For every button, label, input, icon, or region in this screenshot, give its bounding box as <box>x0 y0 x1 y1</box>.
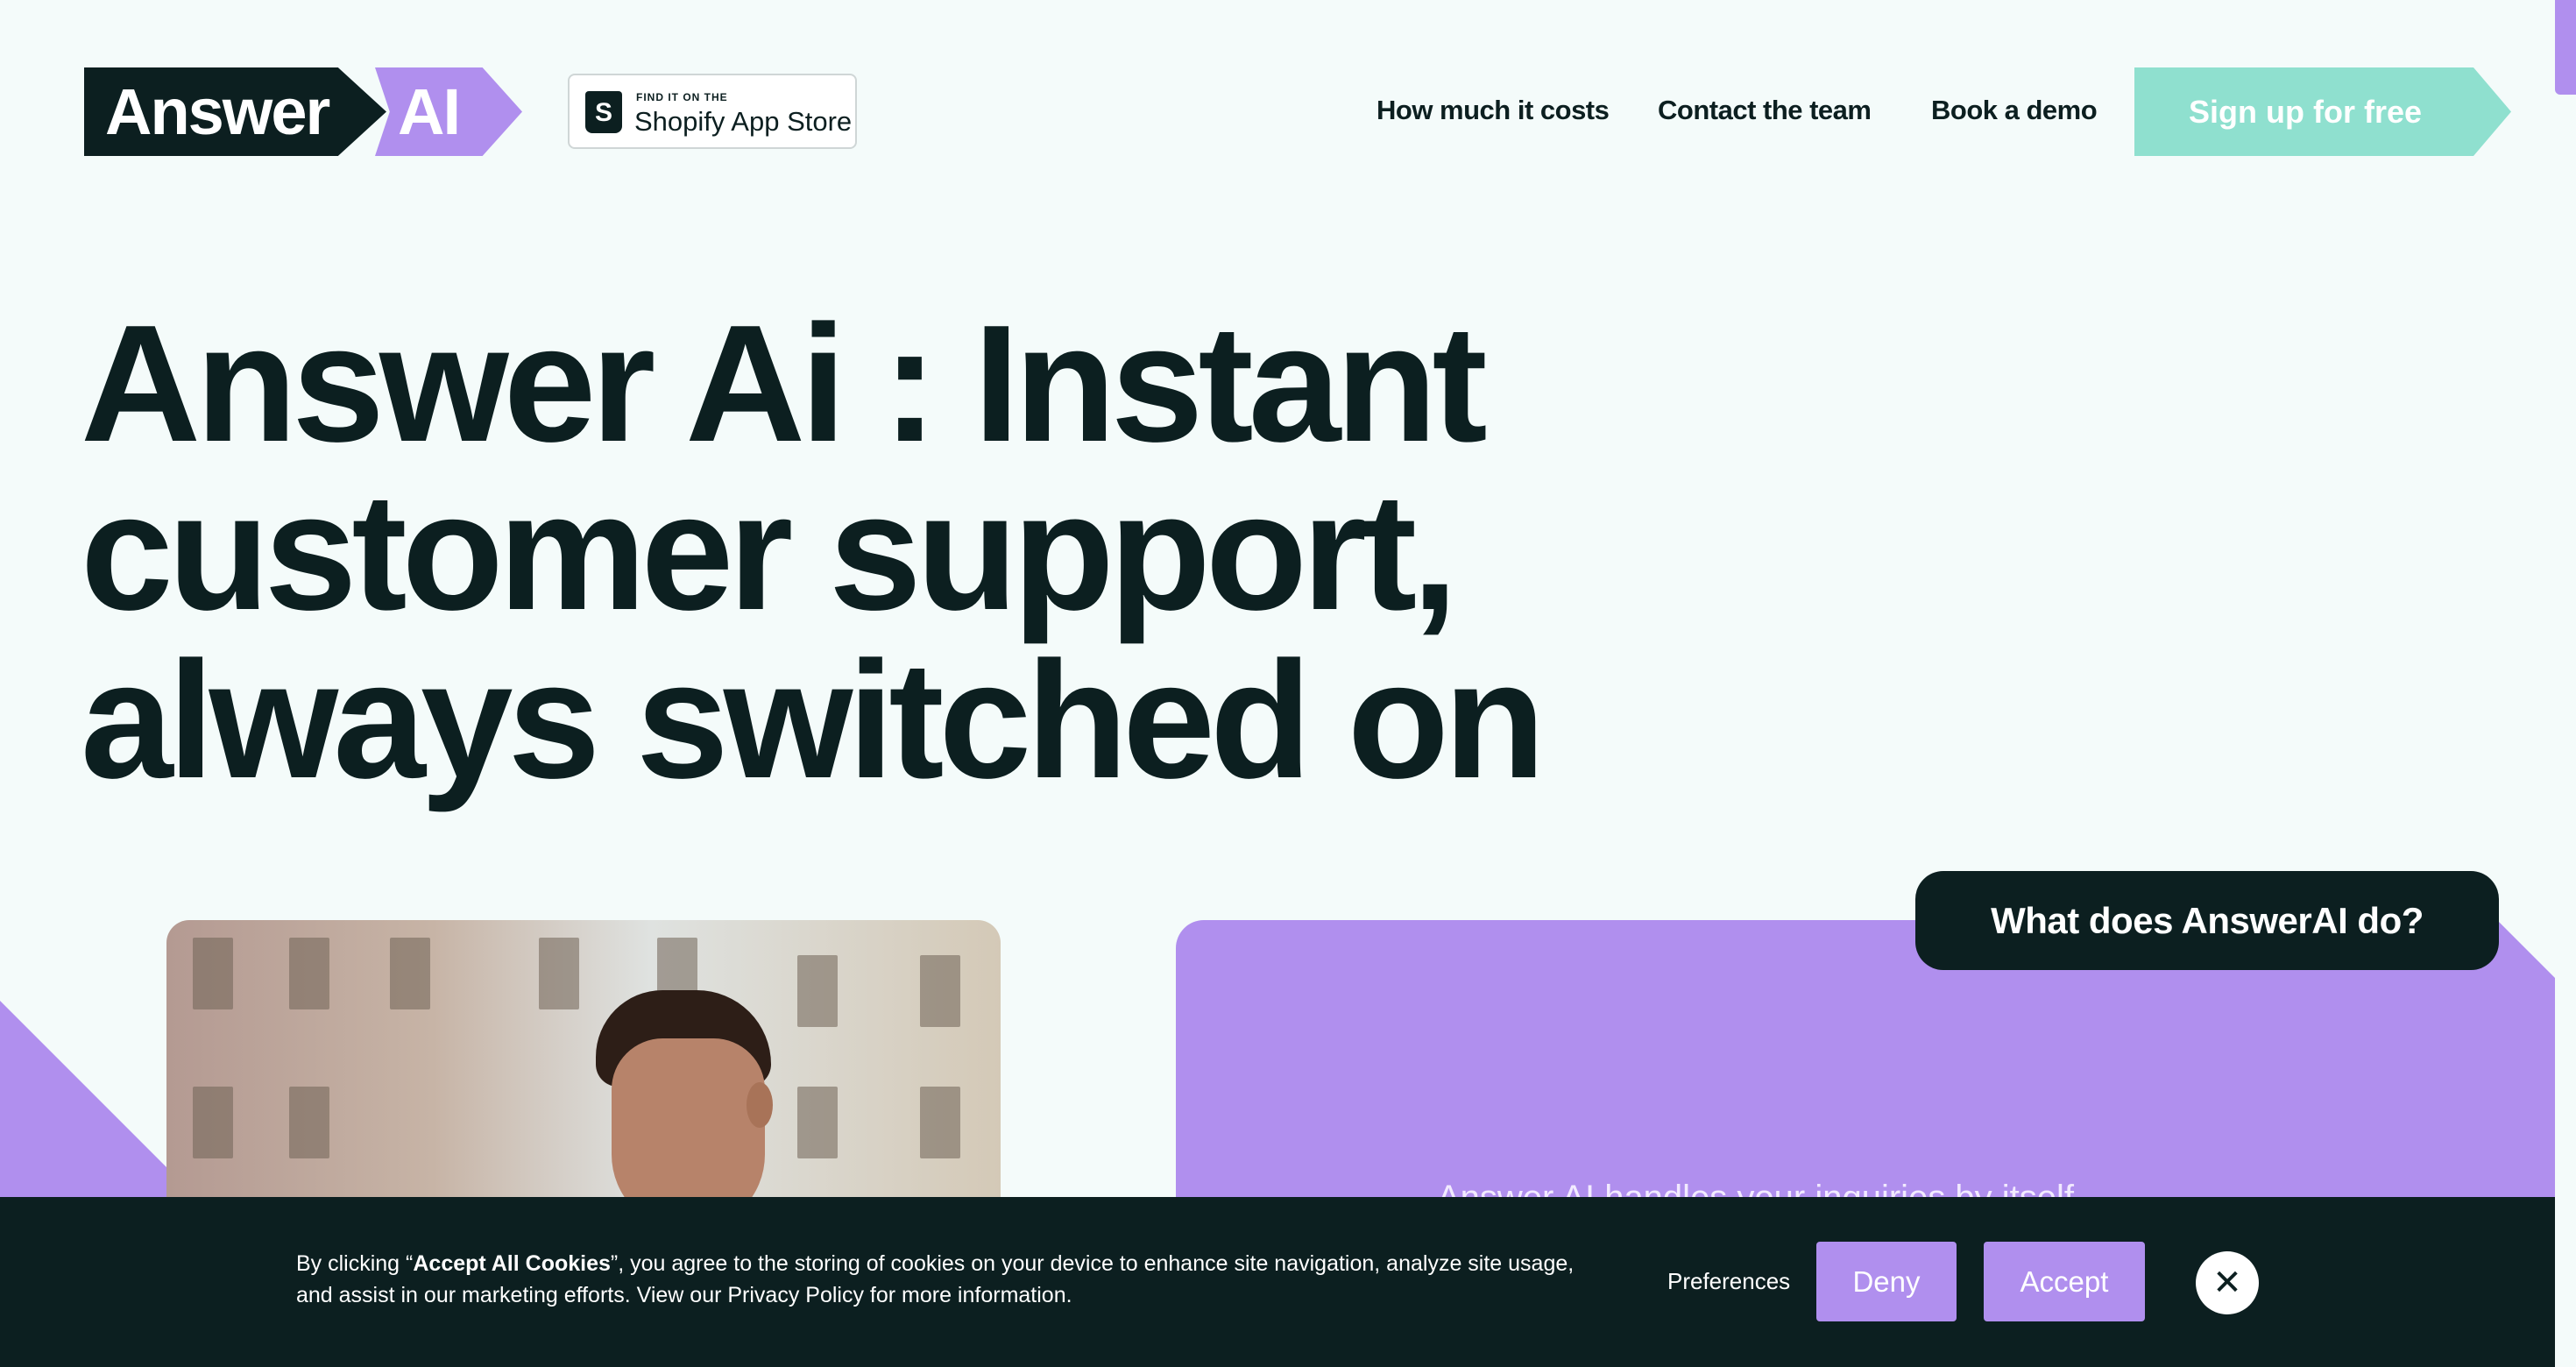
building-window <box>920 955 960 1027</box>
building-window <box>539 938 579 1009</box>
hero-title-line: Answer Ai : Instant <box>81 291 1488 477</box>
scrollbar-thumb[interactable] <box>2555 0 2576 95</box>
building-window <box>390 938 430 1009</box>
building-window <box>193 938 233 1009</box>
nav-contact-link[interactable]: Contact the team <box>1658 91 1872 130</box>
building-window <box>920 1087 960 1158</box>
shopify-bag-icon: S <box>585 91 622 133</box>
cookie-text-prefix: By clicking “ <box>296 1251 414 1276</box>
shopify-app-store-badge[interactable]: S FIND IT ON THE Shopify App Store <box>568 74 857 149</box>
person-face <box>612 1038 765 1209</box>
building-window <box>797 955 838 1027</box>
cookie-deny-button[interactable]: Deny <box>1816 1242 1957 1321</box>
logo-ai-badge: AI <box>375 67 522 156</box>
cookie-text-bold: Accept All Cookies <box>413 1251 611 1276</box>
building-window <box>797 1087 838 1158</box>
answerai-logo[interactable]: Answer AI <box>84 67 522 156</box>
shopify-badge-caption: FIND IT ON THE <box>636 91 728 103</box>
hero-title-line: always switched on <box>81 627 1546 813</box>
cookie-preferences-link[interactable]: Preferences <box>1667 1265 1790 1297</box>
hero-photo <box>166 920 1001 1209</box>
cookie-consent-text: By clicking “Accept All Cookies”, you ag… <box>296 1248 1610 1311</box>
building-window <box>193 1087 233 1158</box>
hero-title: Answer Ai : Instant customer support, al… <box>81 300 1921 804</box>
cookie-accept-button[interactable]: Accept <box>1984 1242 2145 1321</box>
nav-pricing-link[interactable]: How much it costs <box>1376 91 1610 130</box>
sign-up-button[interactable]: Sign up for free <box>2134 67 2511 156</box>
shopify-badge-title: Shopify App Store <box>634 106 853 137</box>
person-ear <box>747 1082 773 1128</box>
nav-book-demo-link[interactable]: Book a demo <box>1931 91 2098 130</box>
building-window <box>289 938 329 1009</box>
what-does-answerai-do-button[interactable]: What does AnswerAI do? <box>1915 871 2499 970</box>
logo-wordmark: Answer <box>84 67 386 156</box>
building-window <box>289 1087 329 1158</box>
hero-title-line: customer support, <box>81 459 1458 645</box>
close-icon[interactable]: ✕ <box>2196 1251 2259 1314</box>
